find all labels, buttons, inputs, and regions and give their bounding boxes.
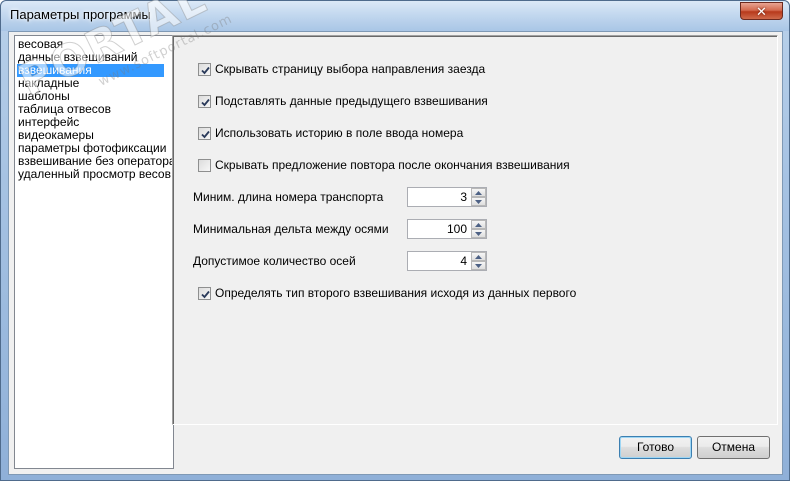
checkmark-icon (201, 290, 210, 298)
title-bar[interactable]: Параметры программы ✕ (1, 1, 789, 31)
checkmark-icon (201, 130, 210, 138)
checkbox-box[interactable] (198, 62, 211, 76)
ok-button[interactable]: Готово (619, 436, 692, 459)
spin-down-button[interactable] (471, 197, 486, 206)
allowed-axle-count-input[interactable] (408, 252, 472, 270)
checkbox-label: Определять тип второго взвешивания исход… (215, 286, 577, 300)
spin-down-button[interactable] (471, 261, 486, 270)
category-list[interactable]: весовая данные взвешиваний взвешивания н… (14, 35, 176, 469)
stepper-buttons (471, 220, 486, 238)
checkmark-icon (201, 98, 210, 106)
close-button[interactable]: ✕ (740, 2, 783, 20)
checkmark-icon (201, 66, 210, 74)
settings-window: Параметры программы ✕ весовая данные взв… (0, 0, 790, 481)
checkbox-box[interactable] (198, 158, 211, 172)
min-number-length-label: Миним. длина номера транспорта (193, 190, 384, 204)
min-axle-delta-stepper[interactable] (407, 219, 487, 239)
cancel-button[interactable]: Отмена (697, 436, 770, 459)
close-icon: ✕ (756, 3, 767, 19)
allowed-axle-count-label: Допустимое количество осей (193, 254, 356, 268)
window-title: Параметры программы (10, 7, 151, 22)
spin-up-button[interactable] (471, 252, 486, 261)
min-number-length-input[interactable] (408, 188, 472, 206)
checkbox-box[interactable] (198, 126, 211, 140)
sidebar-item-udalennyi-prosmotr[interactable]: удаленный просмотр весов (17, 168, 172, 181)
checkbox-label: Скрывать страницу выбора направления зае… (215, 62, 486, 76)
settings-panel: Скрывать страницу выбора направления зае… (172, 35, 778, 425)
detect-second-weighing-type-checkbox[interactable]: Определять тип второго взвешивания исход… (198, 286, 576, 300)
spin-down-button[interactable] (471, 229, 486, 238)
checkbox-label: Использовать историю в поле ввода номера (215, 126, 464, 140)
min-axle-delta-input[interactable] (408, 220, 472, 238)
hide-direction-page-checkbox[interactable]: Скрывать страницу выбора направления зае… (198, 62, 485, 76)
arrow-down-icon (475, 231, 482, 236)
arrow-down-icon (475, 263, 482, 268)
substitute-previous-data-checkbox[interactable]: Подставлять данные предыдущего взвешиван… (198, 94, 488, 108)
hide-repeat-offer-checkbox[interactable]: Скрывать предложение повтора после оконч… (198, 158, 570, 172)
stepper-buttons (471, 252, 486, 270)
arrow-up-icon (475, 222, 482, 227)
checkbox-box[interactable] (198, 286, 211, 300)
spin-up-button[interactable] (471, 220, 486, 229)
arrow-up-icon (475, 254, 482, 259)
allowed-axle-count-stepper[interactable] (407, 251, 487, 271)
min-axle-delta-label: Минимальная дельта между осями (193, 222, 389, 236)
spin-up-button[interactable] (471, 188, 486, 197)
checkbox-box[interactable] (198, 94, 211, 108)
min-number-length-stepper[interactable] (407, 187, 487, 207)
use-number-history-checkbox[interactable]: Использовать историю в поле ввода номера (198, 126, 463, 140)
dialog-client-area: весовая данные взвешиваний взвешивания н… (8, 31, 783, 475)
checkbox-label: Подставлять данные предыдущего взвешиван… (215, 94, 488, 108)
arrow-up-icon (475, 190, 482, 195)
checkbox-label: Скрывать предложение повтора после оконч… (215, 158, 570, 172)
stepper-buttons (471, 188, 486, 206)
arrow-down-icon (475, 199, 482, 204)
